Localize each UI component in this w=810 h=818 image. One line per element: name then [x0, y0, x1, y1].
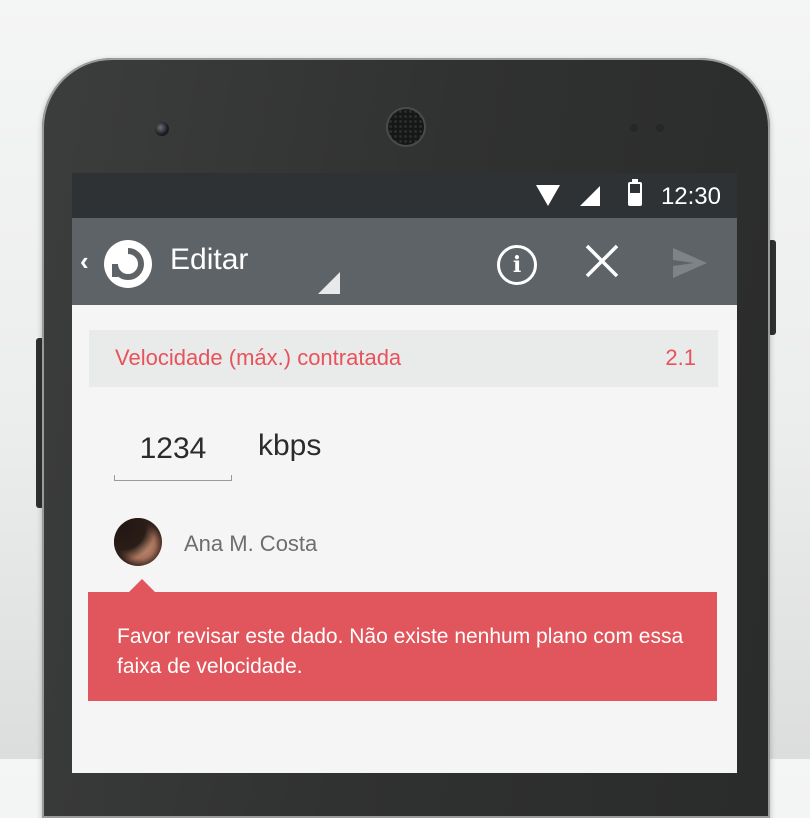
battery-icon [628, 179, 642, 206]
close-icon[interactable] [583, 242, 621, 280]
avatar-photo [114, 518, 162, 566]
status-bar: 12:30 [72, 173, 737, 218]
dropdown-indicator-icon[interactable] [318, 272, 340, 294]
error-callout: Favor revisar este dado. Não existe nenh… [88, 592, 717, 701]
back-icon[interactable]: ‹ [80, 246, 89, 277]
app-logo-icon[interactable] [104, 240, 152, 288]
wifi-icon [536, 185, 560, 206]
error-message: Favor revisar este dado. Não existe nenh… [117, 625, 684, 678]
app-title: Editar [170, 243, 249, 276]
front-camera [155, 122, 169, 136]
field-label: Velocidade (máx.) contratada [115, 345, 402, 370]
phone-screen: 12:30 ‹ Editar i Velocidade (máx.) contr… [72, 173, 737, 773]
input-underline [114, 475, 232, 481]
light-sensor [656, 124, 664, 132]
info-icon[interactable]: i [497, 245, 537, 285]
signal-icon [580, 186, 600, 206]
send-icon[interactable] [672, 247, 708, 279]
earpiece-speaker [388, 109, 424, 145]
unit-label: kbps [258, 429, 322, 462]
speed-input[interactable] [114, 427, 232, 471]
avatar [114, 518, 162, 566]
user-name: Ana M. Costa [184, 531, 318, 556]
app-bar: ‹ Editar i [72, 218, 737, 305]
proximity-sensor [630, 124, 638, 132]
callout-arrow [129, 579, 155, 592]
field-header: Velocidade (máx.) contratada 2.1 [89, 330, 718, 387]
field-code: 2.1 [665, 345, 696, 370]
status-time: 12:30 [660, 183, 721, 210]
